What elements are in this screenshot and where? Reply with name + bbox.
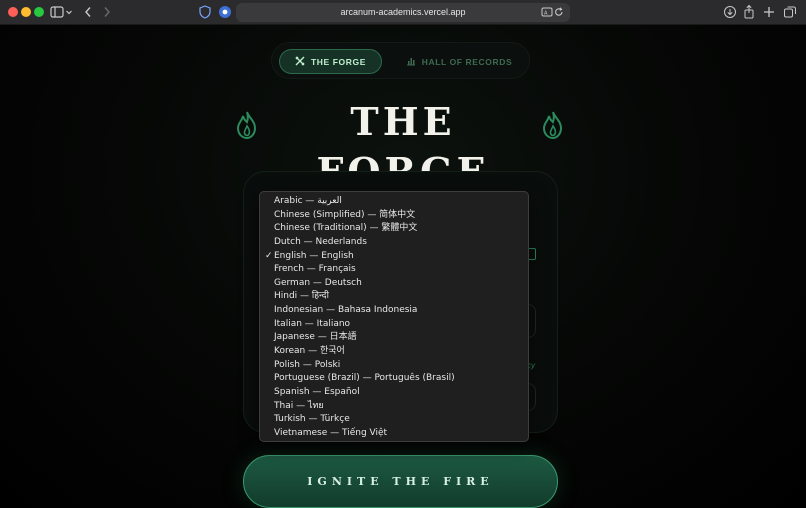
forge-icon (295, 53, 305, 71)
address-bar[interactable]: arcanum-academics.vercel.app (236, 3, 570, 22)
option-label: Korean — 한국어 (274, 346, 345, 357)
main-nav: THE FORGE HALL OF RECORDS (271, 42, 530, 79)
translate-icon[interactable]: A (541, 4, 553, 20)
privacy-shield-icon[interactable] (198, 4, 212, 20)
language-option-selected[interactable]: ✓ English — English (260, 250, 528, 264)
flame-icon (235, 110, 259, 140)
chevron-down-icon[interactable] (65, 4, 73, 20)
bar-chart-icon (406, 53, 416, 71)
language-option[interactable]: Hindi — हिन्दी (260, 290, 528, 304)
language-option[interactable]: Japanese — 日本語 (260, 331, 528, 345)
option-label: French — Français (274, 264, 356, 275)
option-label: Vietnamese — Tiếng Việt (274, 427, 388, 438)
ignite-button[interactable]: IGNITE THE FIRE (243, 455, 558, 508)
language-option[interactable]: Thai — ไทย (260, 400, 528, 414)
language-option[interactable]: Polish — Polski (260, 359, 528, 373)
share-icon[interactable] (743, 4, 755, 20)
tab-overview-icon[interactable] (783, 4, 797, 20)
language-option[interactable]: Spanish — Español (260, 386, 528, 400)
language-option[interactable]: French — Français (260, 263, 528, 277)
ignite-button-label: IGNITE THE FIRE (307, 475, 494, 488)
option-label: Chinese (Simplified) — 简体中文 (274, 209, 416, 220)
input-field[interactable] (528, 304, 536, 338)
language-option[interactable]: Arabic — العربية (260, 195, 528, 209)
page-title: THE FORGE (316, 99, 485, 194)
back-icon[interactable] (83, 4, 93, 20)
reload-icon[interactable] (554, 4, 564, 20)
language-option[interactable]: Chinese (Simplified) — 简体中文 (260, 209, 528, 223)
new-tab-icon[interactable] (763, 4, 775, 20)
option-label: Arabic — العربية (274, 196, 342, 206)
flame-icon (541, 110, 565, 140)
url-text: arcanum-academics.vercel.app (340, 7, 466, 17)
sidebar-icon[interactable] (50, 4, 64, 20)
tab-hall-of-records[interactable]: HALL OF RECORDS (400, 49, 518, 74)
option-label: German — Deutsch (274, 277, 362, 288)
language-option[interactable]: Italian — Italiano (260, 318, 528, 332)
language-option[interactable]: Portuguese (Brazil) — Português (Brasil) (260, 372, 528, 386)
option-label: Italian — Italiano (274, 318, 351, 329)
option-label: Thai — ไทย (274, 400, 324, 411)
option-label: Indonesian — Bahasa Indonesia (274, 305, 418, 316)
tab-label: THE FORGE (311, 56, 366, 67)
tab-label: HALL OF RECORDS (421, 56, 513, 67)
option-label: Chinese (Traditional) — 繁體中文 (274, 223, 418, 234)
zoom-window-button[interactable] (34, 7, 44, 17)
checkmark-icon: ✓ (265, 250, 273, 261)
option-label: Polish — Polski (274, 359, 341, 370)
language-option[interactable]: Korean — 한국어 (260, 345, 528, 359)
tab-the-forge[interactable]: THE FORGE (279, 49, 382, 74)
language-option[interactable]: Vietnamese — Tiếng Việt (260, 427, 528, 441)
language-dropdown[interactable]: Arabic — العربية Chinese (Simplified) — … (259, 191, 529, 442)
option-label: Turkish — Türkçe (274, 414, 350, 425)
downloads-icon[interactable] (723, 4, 737, 20)
close-window-button[interactable] (8, 7, 18, 17)
option-label: Spanish — Español (274, 386, 360, 397)
option-label: Dutch — Nederlands (274, 236, 367, 247)
forward-icon[interactable] (102, 4, 112, 20)
svg-text:A: A (544, 11, 548, 17)
language-option[interactable]: Indonesian — Bahasa Indonesia (260, 304, 528, 318)
minimize-window-button[interactable] (21, 7, 31, 17)
input-field[interactable] (528, 383, 536, 411)
option-label: Portuguese (Brazil) — Português (Brasil) (274, 373, 455, 384)
option-label: English — English (274, 250, 354, 261)
language-option[interactable]: German — Deutsch (260, 277, 528, 291)
language-option[interactable]: Chinese (Traditional) — 繁體中文 (260, 222, 528, 236)
browser-toolbar: arcanum-academics.vercel.app A (0, 0, 806, 25)
extension-icon[interactable] (218, 4, 232, 20)
language-option[interactable]: Turkish — Türkçe (260, 413, 528, 427)
option-label: Japanese — 日本語 (274, 332, 357, 343)
option-label: Hindi — हिन्दी (274, 291, 329, 302)
language-option[interactable]: Dutch — Nederlands (260, 236, 528, 250)
